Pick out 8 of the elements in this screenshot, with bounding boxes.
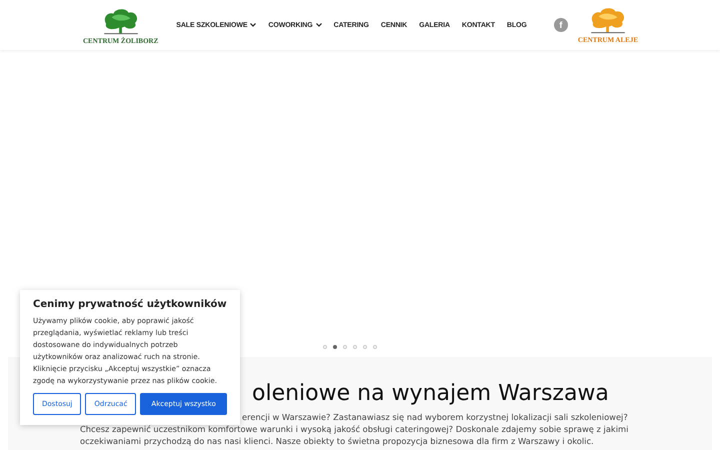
slider-dot[interactable]	[333, 345, 337, 349]
chevron-down-icon	[316, 23, 322, 27]
cookie-title: Cenimy prywatność użytkowników	[33, 299, 227, 310]
paragraph-line: oczekiwaniami przychodzą do nas nasi klienci. Nasze obiekty to świetna propozycja biznesowa dla firm z Warszawy i okolic.	[80, 435, 595, 447]
section-heading: oleniowe na wynajem Warszawa	[252, 381, 610, 406]
paragraph-line: Chcesz zapewnić uczestnikom komfortowe warunki i wysoką jakość obsługi cateringowej? Doskonale zdajemy sobie sprawę z jakimi	[80, 423, 630, 435]
chevron-down-icon	[250, 23, 256, 27]
paragraph-line: erencji w Warszawie? Zastanawiasz się nad wyborem korzystnej lokalizacji sali szkoleniowej?	[242, 411, 629, 423]
